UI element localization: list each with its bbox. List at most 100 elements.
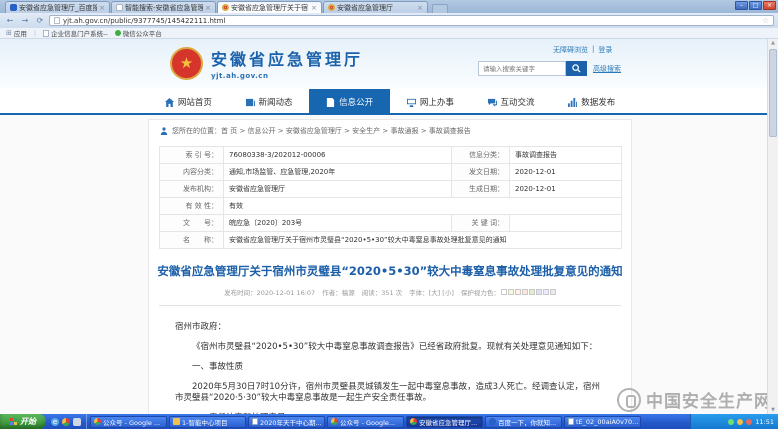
eye-protection-colors: 保护视力色： bbox=[461, 287, 556, 297]
font-size-controls[interactable]: 字体：[大] [小] bbox=[409, 287, 454, 297]
task-button-3[interactable]: 2020年天干中心期... bbox=[248, 416, 325, 428]
browser-tab-1[interactable]: 安徽省应急管理厅_百度搜 × bbox=[5, 1, 110, 13]
nav-item-interaction[interactable]: 互动交流 bbox=[471, 89, 552, 115]
search-input[interactable] bbox=[478, 61, 566, 76]
nav-label: 网站首页 bbox=[178, 96, 212, 108]
meta-label: 发布机构： bbox=[160, 181, 224, 198]
emblem-favicon bbox=[222, 4, 229, 11]
tab-close-icon[interactable]: × bbox=[417, 4, 423, 12]
new-tab-button[interactable] bbox=[432, 4, 448, 13]
color-swatch[interactable] bbox=[515, 289, 521, 295]
meta-value: 安徽省应急管理厅关于宿州市灵璧县“2020•5•30”较大中毒窒息事故处理批复意… bbox=[224, 232, 622, 249]
page-icon bbox=[54, 17, 60, 24]
apps-button[interactable]: ⊞ 应用 bbox=[6, 28, 27, 38]
maximize-button[interactable]: □ bbox=[749, 1, 762, 10]
meta-value: 通知,市场监管、应急管理,2020年 bbox=[224, 164, 452, 181]
task-button-7[interactable]: tE_02_00aiA0v70... bbox=[564, 416, 641, 428]
page-favicon bbox=[116, 4, 123, 11]
task-button-2[interactable]: 1-智能中心项目 bbox=[169, 416, 246, 428]
tray-status-icon[interactable] bbox=[746, 419, 752, 425]
tray-status-icon[interactable] bbox=[737, 419, 743, 425]
task-button-5-active[interactable]: 安徽省应急管理厅... bbox=[406, 416, 483, 428]
color-swatch[interactable] bbox=[543, 289, 549, 295]
advanced-search-link[interactable]: 高级搜索 bbox=[593, 64, 621, 74]
quick-launch: e bbox=[46, 414, 87, 429]
bookmark-label: 微信公众平台 bbox=[123, 28, 162, 38]
vertical-scrollbar[interactable]: ▲ ▼ bbox=[767, 39, 778, 414]
scroll-down-icon[interactable]: ▼ bbox=[768, 407, 778, 413]
start-button[interactable]: 开始 bbox=[0, 414, 46, 429]
login-link[interactable]: 登录 bbox=[598, 45, 612, 55]
tab-close-icon[interactable]: × bbox=[99, 4, 105, 12]
color-swatch[interactable] bbox=[536, 289, 542, 295]
browser-tabstrip: 安徽省应急管理厅_百度搜 × 智能搜索-安徽省应急管理 × 安徽省应急管理厅关于… bbox=[0, 0, 778, 13]
location-person-icon bbox=[160, 127, 168, 135]
site-header: ★ 安徽省应急管理厅 yjt.ah.gov.cn 无障碍浏览 | 登录 bbox=[0, 39, 767, 89]
color-swatch[interactable] bbox=[550, 289, 556, 295]
site-nav: 网站首页 新闻动态 信息公开 网上办事 互动交流 bbox=[0, 89, 767, 115]
task-button-6[interactable]: 百度一下，你就知... bbox=[485, 416, 562, 428]
bookmark-separator: | bbox=[34, 29, 36, 37]
view-count: 阅读：351 次 bbox=[362, 287, 402, 297]
task-buttons: 公众号 - Google ... 1-智能中心项目 2020年天干中心期... … bbox=[87, 414, 690, 429]
back-icon[interactable]: ← bbox=[4, 15, 16, 26]
url-text[interactable]: yjt.ah.gov.cn/public/9377745/145422111.h… bbox=[63, 17, 759, 25]
nav-label: 互动交流 bbox=[501, 96, 535, 108]
scroll-up-icon[interactable]: ▲ bbox=[768, 40, 778, 46]
show-desktop-icon[interactable] bbox=[73, 418, 81, 426]
nav-item-data-release[interactable]: 数据发布 bbox=[551, 89, 632, 115]
nav-item-info-disclosure[interactable]: 信息公开 bbox=[309, 89, 390, 115]
meta-value bbox=[510, 215, 622, 232]
meta-value: 2020-12-01 bbox=[510, 181, 622, 198]
color-swatch[interactable] bbox=[508, 289, 514, 295]
minimize-button[interactable]: – bbox=[735, 1, 748, 10]
nav-label: 新闻动态 bbox=[259, 96, 293, 108]
color-swatch[interactable] bbox=[522, 289, 528, 295]
screen: 安徽省应急管理厅_百度搜 × 智能搜索-安徽省应急管理 × 安徽省应急管理厅关于… bbox=[0, 0, 778, 429]
tab-close-icon[interactable]: × bbox=[205, 4, 211, 12]
forward-icon[interactable]: → bbox=[19, 15, 31, 26]
close-button[interactable]: × bbox=[763, 1, 776, 10]
browser-tab-4[interactable]: 安徽省应急管理厅 × bbox=[323, 1, 428, 13]
ie-icon[interactable]: e bbox=[51, 418, 59, 426]
scrollbar-thumb[interactable] bbox=[769, 49, 777, 137]
chrome-icon bbox=[94, 418, 101, 425]
color-swatch[interactable] bbox=[501, 289, 507, 295]
browser-tab-3-active[interactable]: 安徽省应急管理厅关于宿 × bbox=[217, 1, 322, 13]
breadcrumb-text[interactable]: 您所在的位置：首 页 > 信息公开 > 安徽省应急管理厅 > 安全生产 > 事故… bbox=[172, 126, 471, 136]
tab-title: 智能搜索-安徽省应急管理 bbox=[125, 3, 203, 13]
apps-label: 应用 bbox=[14, 28, 27, 38]
tray-status-icon[interactable] bbox=[728, 419, 734, 425]
table-row: 文 号： 皖应急〔2020〕203号 关 键 词： bbox=[160, 215, 622, 232]
task-button-4[interactable]: 公众号 - Google... bbox=[327, 416, 404, 428]
meta-label: 文 号： bbox=[160, 215, 224, 232]
baidu-favicon bbox=[10, 4, 17, 11]
watermark: 中国安全生产网 bbox=[617, 387, 772, 412]
nav-item-news[interactable]: 新闻动态 bbox=[229, 89, 310, 115]
site-brand[interactable]: ★ 安徽省应急管理厅 yjt.ah.gov.cn bbox=[170, 46, 363, 80]
table-row: 发布机构： 安徽省应急管理厅 生成日期： 2020-12-01 bbox=[160, 181, 622, 198]
bookmark-item-2[interactable]: 微信公众平台 bbox=[115, 28, 162, 38]
task-label: 安徽省应急管理厅... bbox=[419, 417, 477, 427]
task-label: tE_02_00aiA0v70... bbox=[576, 418, 638, 426]
color-swatch[interactable] bbox=[529, 289, 535, 295]
nav-label: 信息公开 bbox=[339, 96, 373, 108]
tab-close-icon[interactable]: × bbox=[311, 4, 317, 12]
bookmarks-bar: ⊞ 应用 | 企业信息门户系统-- 微信公众平台 bbox=[0, 28, 778, 39]
bookmark-star-icon[interactable]: ☆ bbox=[762, 16, 769, 25]
safety-net-logo-icon bbox=[617, 388, 641, 412]
address-bar[interactable]: yjt.ah.gov.cn/public/9377745/145422111.h… bbox=[49, 15, 774, 26]
folder-icon bbox=[173, 418, 180, 425]
clock[interactable]: 11:51 bbox=[755, 418, 774, 426]
nav-item-online-services[interactable]: 网上办事 bbox=[390, 89, 471, 115]
reload-icon[interactable]: ⟳ bbox=[34, 15, 46, 26]
bookmark-item-1[interactable]: 企业信息门户系统-- bbox=[43, 28, 108, 38]
browser-tab-2[interactable]: 智能搜索-安徽省应急管理 × bbox=[111, 1, 216, 13]
task-button-1[interactable]: 公众号 - Google ... bbox=[90, 416, 167, 428]
top-links-divider: | bbox=[592, 45, 594, 55]
chrome-icon[interactable] bbox=[62, 418, 70, 426]
nav-item-home[interactable]: 网站首页 bbox=[148, 89, 229, 115]
search-button[interactable] bbox=[566, 61, 587, 76]
paragraph: 宿州市政府： bbox=[175, 322, 605, 333]
accessibility-link[interactable]: 无障碍浏览 bbox=[553, 45, 588, 55]
